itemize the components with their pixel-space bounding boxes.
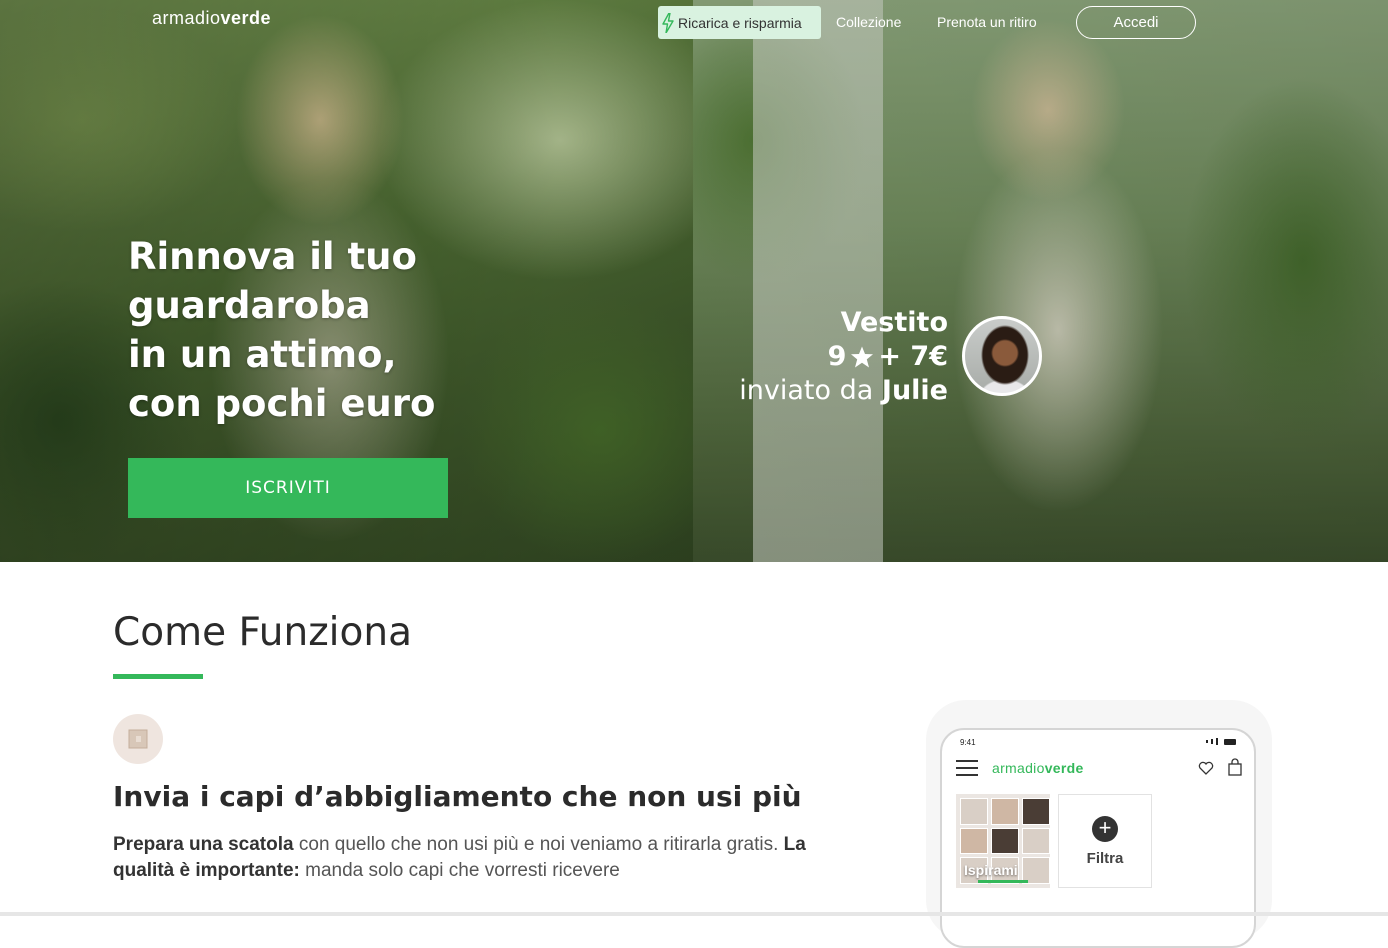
featured-item-card: Vestito 9 + 7€ inviato da Julie	[739, 306, 948, 408]
battery-icon	[1224, 738, 1236, 745]
hero-title-line: guardaroba	[128, 284, 371, 327]
nav-promo-label: Ricarica e risparmia	[678, 14, 802, 31]
item-sender-line: inviato da Julie	[739, 374, 948, 408]
app-logo: armadioverde	[992, 760, 1084, 776]
shopping-bag-icon[interactable]	[1228, 758, 1242, 776]
item-stars-value: 9	[827, 341, 847, 372]
box-icon	[113, 714, 163, 764]
step-description: Prepara una scatola con quello che non u…	[113, 832, 813, 884]
hero-title-line: Rinnova il tuo	[128, 235, 417, 278]
item-extra-price: + 7€	[878, 341, 948, 372]
item-name: Vestito	[840, 307, 948, 338]
sender-name: Julie	[881, 375, 948, 406]
top-nav: Ricarica e risparmia Collezione Prenota …	[0, 6, 1388, 40]
active-tab-indicator	[978, 880, 1028, 883]
sent-by-label: inviato da	[739, 375, 874, 406]
hero-banner: armadioverde Ricarica e risparmia Collez…	[0, 0, 1388, 562]
hero-title: Rinnova il tuo guardaroba in un attimo, …	[128, 232, 548, 428]
hero-title-line: con pochi euro	[128, 382, 436, 425]
item-price: 9 + 7€	[739, 340, 948, 374]
signup-button[interactable]: ISCRIVITI	[128, 458, 448, 518]
filter-tile-label: Filtra	[1086, 849, 1124, 867]
star-icon	[851, 346, 874, 368]
nav-link-collection[interactable]: Collezione	[836, 14, 901, 30]
sender-avatar	[962, 316, 1042, 396]
inspire-tile-label: Ispirami	[964, 862, 1018, 878]
phone-status-time: 9:41	[960, 738, 976, 747]
nav-link-book-pickup[interactable]: Prenota un ritiro	[937, 14, 1037, 30]
filter-tile[interactable]: + Filtra	[1058, 794, 1152, 888]
step-text: con quello che non usi più e noi veniamo…	[293, 834, 784, 855]
phone-status-icons	[1206, 738, 1236, 745]
section-title: Come Funziona	[113, 610, 412, 655]
heart-icon[interactable]	[1198, 760, 1214, 776]
plus-icon: +	[1092, 815, 1118, 842]
login-button[interactable]: Accedi	[1076, 6, 1196, 39]
lightning-icon	[662, 12, 674, 33]
menu-icon[interactable]	[956, 760, 978, 778]
step-title: Invia i capi d’abbigliamento che non usi…	[113, 780, 802, 813]
hero-title-line: in un attimo,	[128, 333, 397, 376]
app-header: armadioverde	[942, 756, 1254, 786]
section-title-underline	[113, 674, 203, 679]
step-text-bold: Prepara una scatola	[113, 834, 294, 855]
nav-promo-recharge[interactable]: Ricarica e risparmia	[658, 6, 821, 39]
step-text: manda solo capi che vorresti ricevere	[299, 860, 620, 881]
